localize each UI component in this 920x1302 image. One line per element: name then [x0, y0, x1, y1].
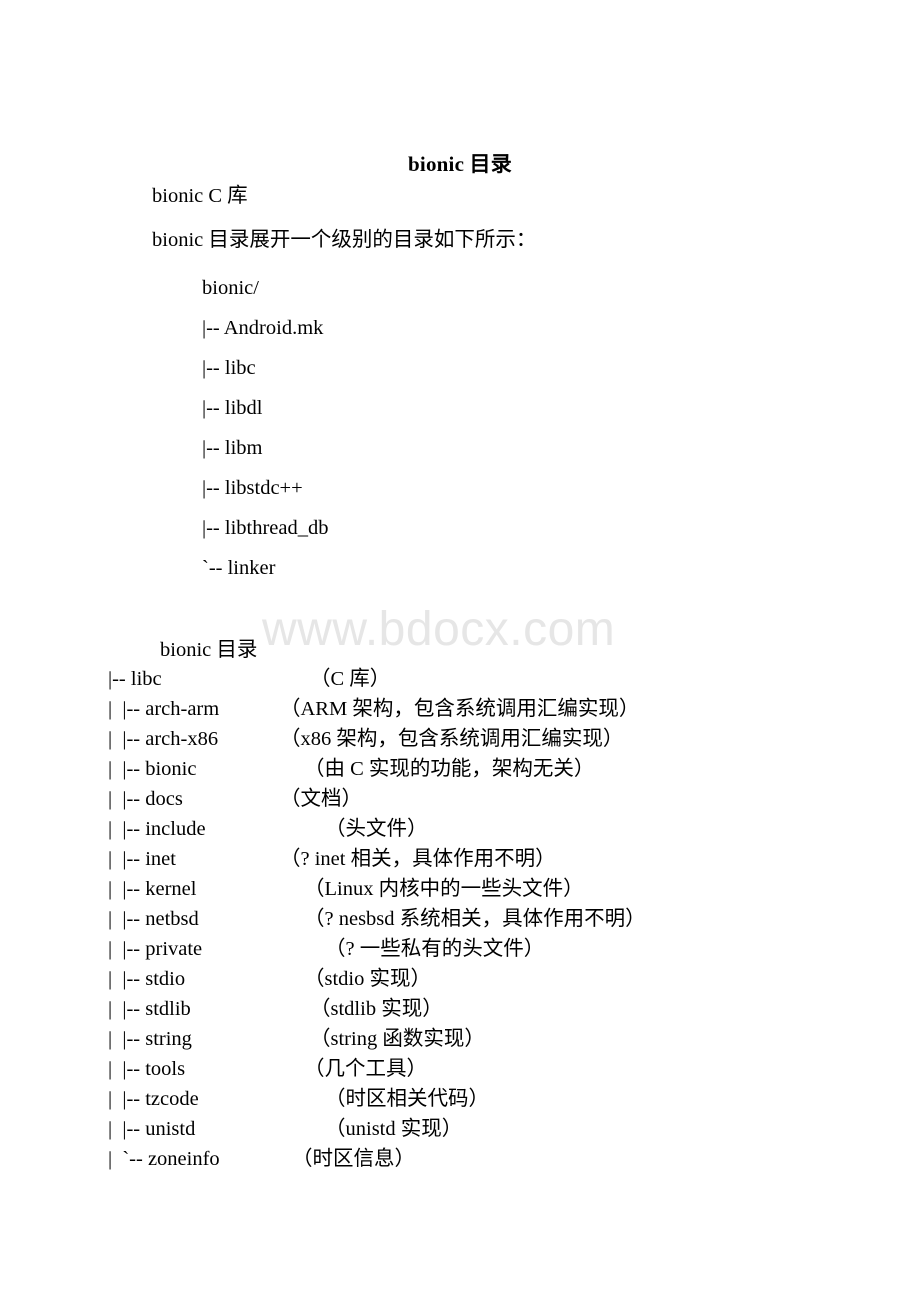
listing-entry-description: （ARM 架构，包含系统调用汇编实现）	[280, 698, 640, 720]
listing-entry-description: （x86 架构，包含系统调用汇编实现）	[280, 728, 624, 750]
listing-entry-path: |-- libc	[108, 668, 162, 690]
listing-entry-path: | |-- docs	[108, 788, 183, 810]
listing-row: | |-- string （string 函数实现）	[108, 1024, 485, 1054]
listing-row: | |-- stdio （stdio 实现）	[108, 964, 431, 994]
tree-entry: |-- libdl	[202, 397, 263, 419]
listing-entry-path: | |-- arch-arm	[108, 698, 220, 720]
listing-entry-description: （string 函数实现）	[310, 1028, 485, 1050]
listing-row: | |-- kernel （Linux 内核中的一些头文件）	[108, 874, 584, 904]
listing-entry-path: | |-- stdlib	[108, 998, 191, 1020]
intro-paragraph-2: bionic 目录展开一个级别的目录如下所示：	[152, 229, 537, 251]
directory-listing-block: |-- libc （C 库） | |-- arch-arm （ARM 架构，包含系统调…	[108, 664, 646, 1174]
listing-entry-path: | |-- inet	[108, 848, 176, 870]
listing-entry-description: （由 C 实现的功能，架构无关）	[304, 758, 595, 780]
listing-row: | |-- private （? 一些私有的头文件）	[108, 934, 544, 964]
listing-row: | |-- inet （? inet 相关，具体作用不明）	[108, 844, 556, 874]
listing-entry-path: | |-- bionic	[108, 758, 197, 780]
intro-paragraph-1: bionic C 库	[152, 185, 248, 207]
listing-entry-path: | |-- tools	[108, 1058, 186, 1080]
listing-row: |-- libc （C 库）	[108, 664, 390, 694]
listing-entry-path: | `-- zoneinfo	[108, 1148, 220, 1170]
listing-entry-path: | |-- tzcode	[108, 1088, 199, 1110]
listing-entry-description: （头文件）	[325, 818, 428, 840]
listing-row: | |-- arch-arm （ARM 架构，包含系统调用汇编实现）	[108, 694, 639, 724]
tree-entry: |-- libthread_db	[202, 517, 329, 539]
listing-row: | |-- stdlib （stdlib 实现）	[108, 994, 443, 1024]
listing-entry-description: （C 库）	[310, 668, 391, 690]
listing-row: | |-- arch-x86 （x86 架构，包含系统调用汇编实现）	[108, 724, 623, 754]
listing-entry-path: | |-- unistd	[108, 1118, 196, 1140]
tree-entry: |-- libstdc++	[202, 477, 303, 499]
document-page: bionic 目录 bionic C 库 bionic 目录展开一个级别的目录如…	[0, 0, 920, 1302]
listing-row: | |-- netbsd （? nesbsd 系统相关，具体作用不明）	[108, 904, 646, 934]
watermark: www.bdocx.com	[262, 603, 616, 656]
directory-tree-block: bionic/ |-- Android.mk |-- libc |-- libdl |…	[202, 268, 329, 588]
listing-entry-description: （stdio 实现）	[304, 968, 431, 990]
listing-entry-path: | |-- arch-x86	[108, 728, 219, 750]
listing-entry-description: （stdlib 实现）	[310, 998, 443, 1020]
listing-entry-path: | |-- stdio	[108, 968, 186, 990]
listing-entry-description: （Linux 内核中的一些头文件）	[304, 878, 584, 900]
listing-entry-description: （时区相关代码）	[325, 1088, 489, 1110]
listing-entry-description: （unistd 实现）	[325, 1118, 463, 1140]
listing-entry-description: （? nesbsd 系统相关，具体作用不明）	[304, 908, 646, 930]
listing-entry-description: （? 一些私有的头文件）	[325, 938, 545, 960]
page-title: bionic 目录	[408, 152, 512, 177]
listing-entry-description: （时区信息）	[292, 1148, 415, 1170]
listing-entry-description: （文档）	[280, 788, 362, 810]
listing-entry-description: （几个工具）	[304, 1058, 427, 1080]
listing-entry-path: | |-- include	[108, 818, 206, 840]
listing-entry-path: | |-- netbsd	[108, 908, 199, 930]
listing-row: | `-- zoneinfo （时区信息）	[108, 1144, 415, 1174]
tree-entry: `-- linker	[202, 557, 276, 579]
listing-row: | |-- bionic （由 C 实现的功能，架构无关）	[108, 754, 594, 784]
listing-entry-description: （? inet 相关，具体作用不明）	[280, 848, 556, 870]
tree-entry: |-- libc	[202, 357, 256, 379]
listing-row: | |-- unistd （unistd 实现）	[108, 1114, 462, 1144]
tree-entry: |-- Android.mk	[202, 317, 324, 339]
tree-root: bionic/	[202, 277, 259, 299]
listing-entry-path: | |-- kernel	[108, 878, 197, 900]
sub-heading: bionic 目录	[160, 639, 258, 661]
listing-row: | |-- include （头文件）	[108, 814, 428, 844]
listing-entry-path: | |-- private	[108, 938, 203, 960]
listing-entry-path: | |-- string	[108, 1028, 192, 1050]
listing-row: | |-- tzcode （时区相关代码）	[108, 1084, 489, 1114]
listing-row: | |-- docs （文档）	[108, 784, 362, 814]
tree-entry: |-- libm	[202, 437, 263, 459]
listing-row: | |-- tools （几个工具）	[108, 1054, 427, 1084]
